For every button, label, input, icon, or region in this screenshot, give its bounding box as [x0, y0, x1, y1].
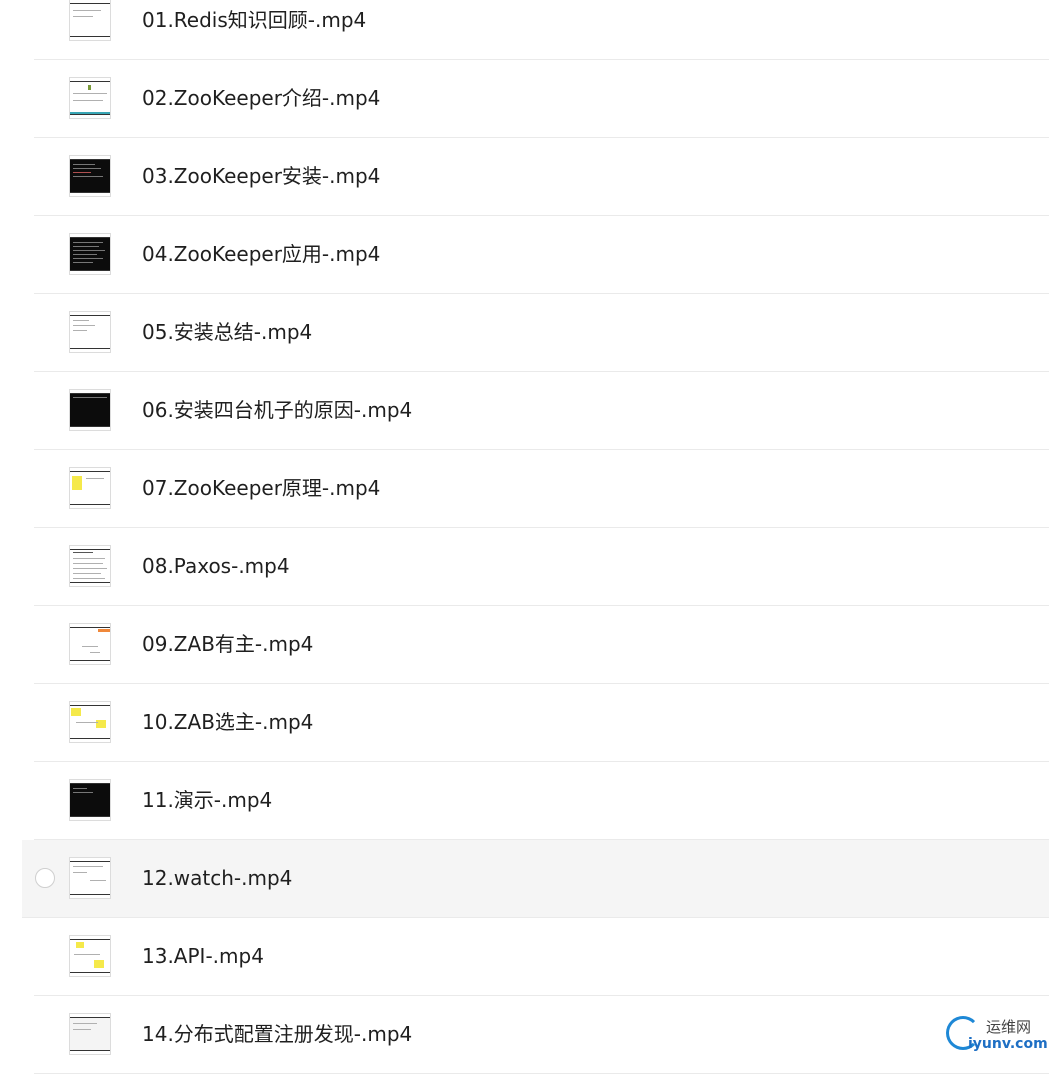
video-thumbnail [70, 0, 110, 40]
list-item[interactable]: 08.Paxos-.mp4 [34, 528, 1049, 606]
watermark-cn: 运维网 [986, 1018, 1032, 1036]
video-thumbnail [70, 702, 110, 742]
video-thumbnail [70, 780, 110, 820]
list-item[interactable]: 01.Redis知识回顾-.mp4 [34, 0, 1049, 60]
list-item[interactable]: 07.ZooKeeper原理-.mp4 [34, 450, 1049, 528]
list-item[interactable]: 14.分布式配置注册发现-.mp4 [34, 996, 1049, 1074]
file-name: 09.ZAB有主-.mp4 [142, 632, 314, 656]
select-checkbox[interactable] [35, 868, 55, 888]
file-name: 05.安装总结-.mp4 [142, 320, 313, 344]
list-item[interactable]: 11.演示-.mp4 [34, 762, 1049, 840]
video-thumbnail [70, 936, 110, 976]
list-item[interactable]: 02.ZooKeeper介绍-.mp4 [34, 60, 1049, 138]
file-name: 13.API-.mp4 [142, 944, 264, 968]
list-item[interactable]: 13.API-.mp4 [34, 918, 1049, 996]
file-name: 01.Redis知识回顾-.mp4 [142, 8, 367, 32]
video-thumbnail [70, 312, 110, 352]
video-thumbnail [70, 234, 110, 274]
list-item[interactable]: 06.安装四台机子的原因-.mp4 [34, 372, 1049, 450]
list-item[interactable]: 05.安装总结-.mp4 [34, 294, 1049, 372]
video-thumbnail [70, 468, 110, 508]
file-name: 04.ZooKeeper应用-.mp4 [142, 242, 381, 266]
video-thumbnail [70, 78, 110, 118]
file-name: 08.Paxos-.mp4 [142, 554, 290, 578]
list-item-hovered[interactable]: 12.watch-.mp4 [22, 840, 1049, 918]
list-item[interactable]: 03.ZooKeeper安装-.mp4 [34, 138, 1049, 216]
video-thumbnail [70, 390, 110, 430]
video-thumbnail [70, 624, 110, 664]
video-thumbnail [70, 546, 110, 586]
video-thumbnail [70, 156, 110, 196]
list-item[interactable]: 09.ZAB有主-.mp4 [34, 606, 1049, 684]
watermark-en: iyunv.com [968, 1036, 1048, 1052]
video-thumbnail [70, 858, 110, 898]
list-item[interactable]: 10.ZAB选主-.mp4 [34, 684, 1049, 762]
file-name: 03.ZooKeeper安装-.mp4 [142, 164, 381, 188]
file-name: 07.ZooKeeper原理-.mp4 [142, 476, 381, 500]
file-name: 02.ZooKeeper介绍-.mp4 [142, 86, 381, 110]
file-name: 14.分布式配置注册发现-.mp4 [142, 1022, 413, 1046]
file-list: 01.Redis知识回顾-.mp4 02.ZooKeeper介绍-.mp4 03… [0, 0, 1049, 1074]
list-item[interactable]: 04.ZooKeeper应用-.mp4 [34, 216, 1049, 294]
file-name: 12.watch-.mp4 [142, 866, 293, 890]
file-name: 06.安装四台机子的原因-.mp4 [142, 398, 413, 422]
file-name: 10.ZAB选主-.mp4 [142, 710, 314, 734]
file-name: 11.演示-.mp4 [142, 788, 273, 812]
video-thumbnail [70, 1014, 110, 1054]
watermark-logo: 运维网 iyunv.com [944, 1014, 1048, 1058]
